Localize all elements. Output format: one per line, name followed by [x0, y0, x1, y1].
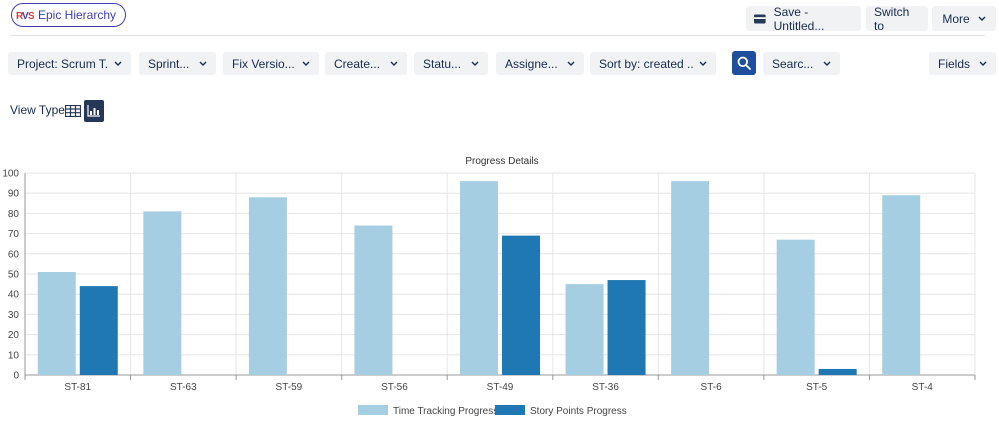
bar-time-tracking: [37, 271, 76, 375]
x-tick-label: ST-4: [912, 382, 934, 393]
created-filter[interactable]: Create...: [325, 52, 407, 75]
y-tick-label: 70: [8, 229, 20, 240]
x-tick-label: ST-36: [592, 382, 619, 393]
y-tick-label: 10: [8, 350, 20, 361]
status-filter-label: Statu...: [423, 56, 462, 71]
table-icon: [65, 105, 81, 117]
y-tick-label: 60: [8, 249, 20, 260]
header: R V S Epic Hierarchy Save - Untitled... …: [0, 0, 999, 36]
chart-view-button[interactable]: [84, 100, 104, 122]
sprint-filter-label: Sprint...: [148, 56, 190, 71]
bar-time-tracking: [354, 225, 393, 375]
y-tick-label: 30: [8, 310, 20, 321]
legend-swatch: [358, 405, 388, 415]
fields-dropdown[interactable]: Fields: [929, 52, 996, 75]
x-tick-label: ST-49: [487, 382, 514, 393]
save-button-label: Save - Untitled...: [773, 4, 825, 33]
chevron-down-icon: [979, 61, 987, 66]
bar-time-tracking: [776, 239, 815, 375]
y-tick-label: 100: [2, 169, 19, 180]
chevron-down-icon: [199, 61, 207, 66]
search-dropdown-label: Searc...: [772, 56, 814, 71]
x-tick-label: ST-63: [170, 382, 197, 393]
x-tick-label: ST-59: [276, 382, 303, 393]
chevron-down-icon: [114, 61, 122, 66]
card-icon: [754, 14, 766, 23]
bar-story-points: [607, 280, 646, 375]
project-filter-label: Project: Scrum T...: [17, 56, 108, 71]
legend-swatch: [495, 405, 525, 415]
bar-story-points: [502, 235, 540, 375]
fix-version-filter-label: Fix Versio...: [232, 56, 295, 71]
chevron-down-icon: [823, 61, 831, 66]
y-tick-label: 50: [8, 270, 20, 281]
assignee-filter[interactable]: Assigne...: [496, 52, 584, 75]
sort-by-dropdown[interactable]: Sort by: created ...: [590, 52, 716, 75]
table-view-button[interactable]: [63, 100, 83, 122]
legend-label: Time Tracking Progress: [393, 406, 498, 417]
save-button[interactable]: Save - Untitled...: [746, 4, 861, 33]
created-filter-label: Create...: [334, 56, 381, 71]
sprint-filter[interactable]: Sprint...: [139, 52, 216, 75]
switch-to-label: Switch to: [874, 4, 910, 33]
rvs-logo-icon: R V S: [16, 11, 34, 22]
status-filter[interactable]: Statu...: [414, 52, 488, 75]
project-filter[interactable]: Project: Scrum T...: [8, 52, 131, 75]
more-button[interactable]: More: [932, 6, 996, 31]
y-tick-label: 20: [8, 330, 20, 341]
chevron-down-icon: [390, 61, 398, 66]
search-icon: [737, 56, 751, 70]
header-divider: [10, 35, 985, 36]
chevron-down-icon: [978, 16, 986, 21]
bar-time-tracking: [143, 211, 182, 375]
x-tick-label: ST-56: [381, 382, 408, 393]
x-tick-label: ST-6: [701, 382, 723, 393]
search-button[interactable]: [732, 51, 756, 75]
bar-time-tracking: [248, 197, 287, 375]
view-type-label: View Type: [10, 103, 65, 117]
fields-dropdown-label: Fields: [938, 56, 971, 71]
chevron-down-icon: [699, 61, 707, 66]
bar-chart-icon: [87, 105, 100, 117]
legend-label: Story Points Progress: [530, 406, 627, 417]
sort-by-dropdown-label: Sort by: created ...: [599, 56, 693, 71]
assignee-filter-label: Assigne...: [505, 56, 558, 71]
switch-to-button[interactable]: Switch to: [866, 4, 928, 33]
bar-time-tracking: [460, 181, 498, 375]
more-label: More: [942, 11, 970, 26]
y-tick-label: 80: [8, 209, 20, 220]
chevron-down-icon: [471, 61, 479, 66]
x-tick-label: ST-5: [806, 382, 828, 393]
bar-story-points: [818, 368, 857, 375]
app-name: Epic Hierarchy: [38, 8, 117, 22]
svg-text:S: S: [28, 11, 34, 22]
app-logo-button[interactable]: R V S Epic Hierarchy: [11, 3, 127, 27]
fix-version-filter[interactable]: Fix Versio...: [223, 52, 319, 75]
progress-chart: Progress Details 0 10 20 30 40 50 60 70 80 90 100 ST…: [0, 150, 999, 423]
chevron-down-icon: [302, 61, 310, 66]
bar-time-tracking: [882, 195, 921, 375]
bar-time-tracking: [671, 181, 710, 375]
search-dropdown[interactable]: Searc...: [763, 52, 840, 75]
chart-title: Progress Details: [465, 156, 538, 167]
x-tick-label: ST-81: [64, 382, 91, 393]
progress-chart-svg: Progress Details 0 10 20 30 40 50 60 70 80 90 100 ST…: [2, 156, 976, 417]
chevron-down-icon: [567, 61, 575, 66]
y-tick-label: 40: [8, 290, 20, 301]
y-tick-label: 0: [13, 371, 19, 382]
y-tick-label: 90: [8, 189, 20, 200]
bar-time-tracking: [565, 284, 604, 375]
bar-story-points: [79, 286, 118, 375]
